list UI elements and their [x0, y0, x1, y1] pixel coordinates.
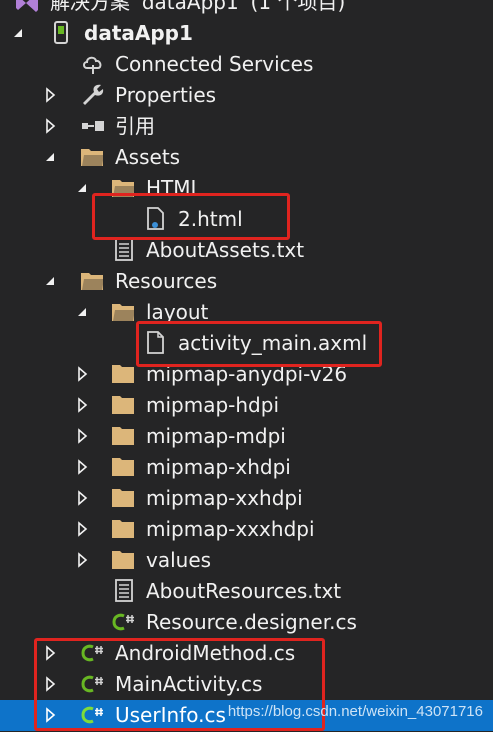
tree-item-resources[interactable]: Resources: [0, 266, 493, 297]
collapsed-arrow-icon[interactable]: [42, 87, 58, 103]
tree-item-label: mipmap-xxxhdpi: [146, 517, 315, 541]
tree-item-assets[interactable]: Assets: [0, 142, 493, 173]
collapsed-arrow-icon[interactable]: [74, 490, 90, 506]
tree-item-label: AboutAssets.txt: [146, 238, 305, 262]
tree-item-mipmap-hdpi[interactable]: mipmap-hdpi: [0, 390, 493, 421]
tree-item-mipmap-xhdpi[interactable]: mipmap-xhdpi: [0, 452, 493, 483]
collapsed-arrow-icon[interactable]: [74, 459, 90, 475]
tree-item-label: 引用: [115, 114, 155, 138]
tree-item-values[interactable]: values: [0, 545, 493, 576]
folder-icon: [111, 393, 137, 417]
tree-item-label: mipmap-mdpi: [146, 424, 286, 448]
text-file-icon: [111, 238, 137, 262]
tree-item-label: mipmap-xxhdpi: [146, 486, 303, 510]
tree-item-label: values: [146, 548, 212, 572]
folder-icon: [111, 486, 137, 510]
tree-item-references[interactable]: 引用: [0, 111, 493, 142]
folder-open-icon: [80, 269, 106, 293]
android-project-icon: [48, 21, 74, 45]
collapsed-arrow-icon[interactable]: [74, 366, 90, 382]
expanded-arrow-icon[interactable]: [42, 149, 58, 165]
text-file-icon: [111, 579, 137, 603]
collapsed-arrow-icon[interactable]: [74, 428, 90, 444]
folder-icon: [111, 424, 137, 448]
tree-item-label: AboutResources.txt: [146, 579, 342, 603]
expanded-arrow-icon[interactable]: [42, 273, 58, 289]
folder-icon: [111, 455, 137, 479]
tree-item-label: mipmap-hdpi: [146, 393, 280, 417]
project-row-dataapp1[interactable]: dataApp1: [0, 18, 493, 49]
project-label: dataApp1: [84, 21, 193, 45]
references-icon: [80, 114, 106, 138]
tree-item-resource-designer-cs[interactable]: Resource.designer.cs: [0, 607, 493, 638]
collapsed-arrow-icon[interactable]: [74, 552, 90, 568]
tree-item-label: mipmap-xhdpi: [146, 455, 291, 479]
collapsed-arrow-icon[interactable]: [74, 397, 90, 413]
csdn-watermark: https://blog.csdn.net/weixin_43071716: [227, 703, 483, 720]
tree-item-mipmap-mdpi[interactable]: mipmap-mdpi: [0, 421, 493, 452]
tree-item-mipmap-xxhdpi[interactable]: mipmap-xxhdpi: [0, 483, 493, 514]
tree-item-label: Connected Services: [115, 52, 314, 76]
tree-item-properties[interactable]: Properties: [0, 80, 493, 111]
tree-item-label: Resources: [115, 269, 218, 293]
cloud-services-icon: [80, 52, 106, 76]
folder-icon: [111, 362, 137, 386]
tree-item-mipmap-xxxhdpi[interactable]: mipmap-xxxhdpi: [0, 514, 493, 545]
tree-item-label: Resource.designer.cs: [146, 610, 357, 634]
visual-studio-solution-icon: [14, 0, 40, 14]
collapsed-arrow-icon[interactable]: [74, 521, 90, 537]
tree-item-label: Properties: [115, 83, 217, 107]
csharp-file-icon: [111, 610, 137, 634]
expanded-arrow-icon[interactable]: [74, 304, 90, 320]
solution-label: 解决方案 'dataApp1' (1 个项目): [50, 0, 346, 14]
folder-open-icon: [80, 145, 106, 169]
solution-row[interactable]: 解决方案 'dataApp1' (1 个项目): [0, 0, 493, 18]
expanded-arrow-icon[interactable]: [10, 25, 26, 41]
folder-icon: [111, 517, 137, 541]
tree-item-connected-services[interactable]: Connected Services: [0, 49, 493, 80]
tree-item-aboutresources-txt[interactable]: AboutResources.txt: [0, 576, 493, 607]
expanded-arrow-icon[interactable]: [74, 180, 90, 196]
tree-item-label: Assets: [115, 145, 181, 169]
folder-icon: [111, 548, 137, 572]
annotation-box-html-file: [92, 193, 290, 240]
annotation-box-activity-main: [136, 321, 382, 367]
folder-open-icon: [111, 300, 137, 324]
wrench-icon: [80, 83, 106, 107]
collapsed-arrow-icon[interactable]: [42, 118, 58, 134]
